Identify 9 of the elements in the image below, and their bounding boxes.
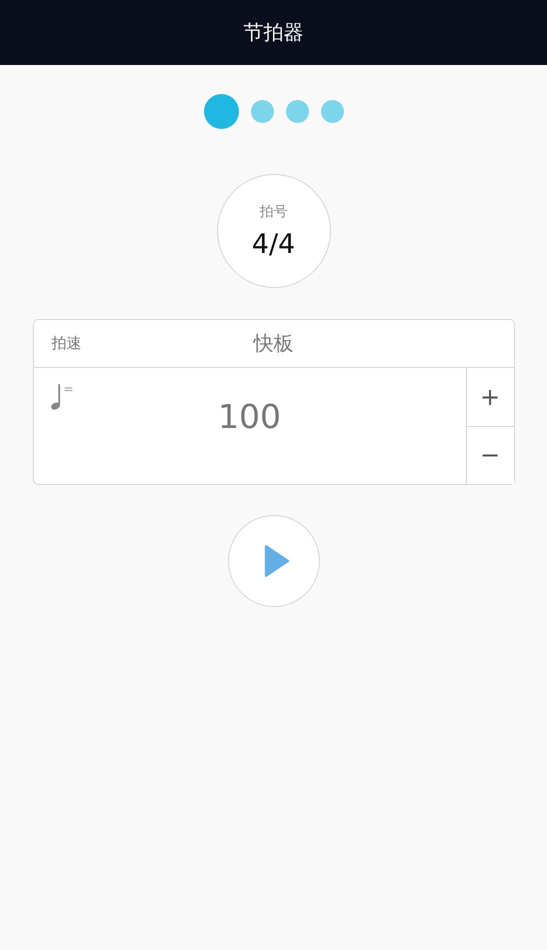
header-title: 节拍器	[244, 19, 304, 46]
quarter-note-icon	[50, 383, 60, 411]
tempo-label: 拍速	[52, 334, 82, 353]
tempo-value: 100	[218, 397, 281, 436]
decrease-button[interactable]: −	[466, 426, 514, 484]
tempo-name: 快板	[254, 330, 294, 357]
time-signature-button[interactable]: 拍号 4/4	[216, 174, 330, 288]
equals-sign: =	[64, 383, 74, 395]
play-icon	[262, 544, 290, 578]
